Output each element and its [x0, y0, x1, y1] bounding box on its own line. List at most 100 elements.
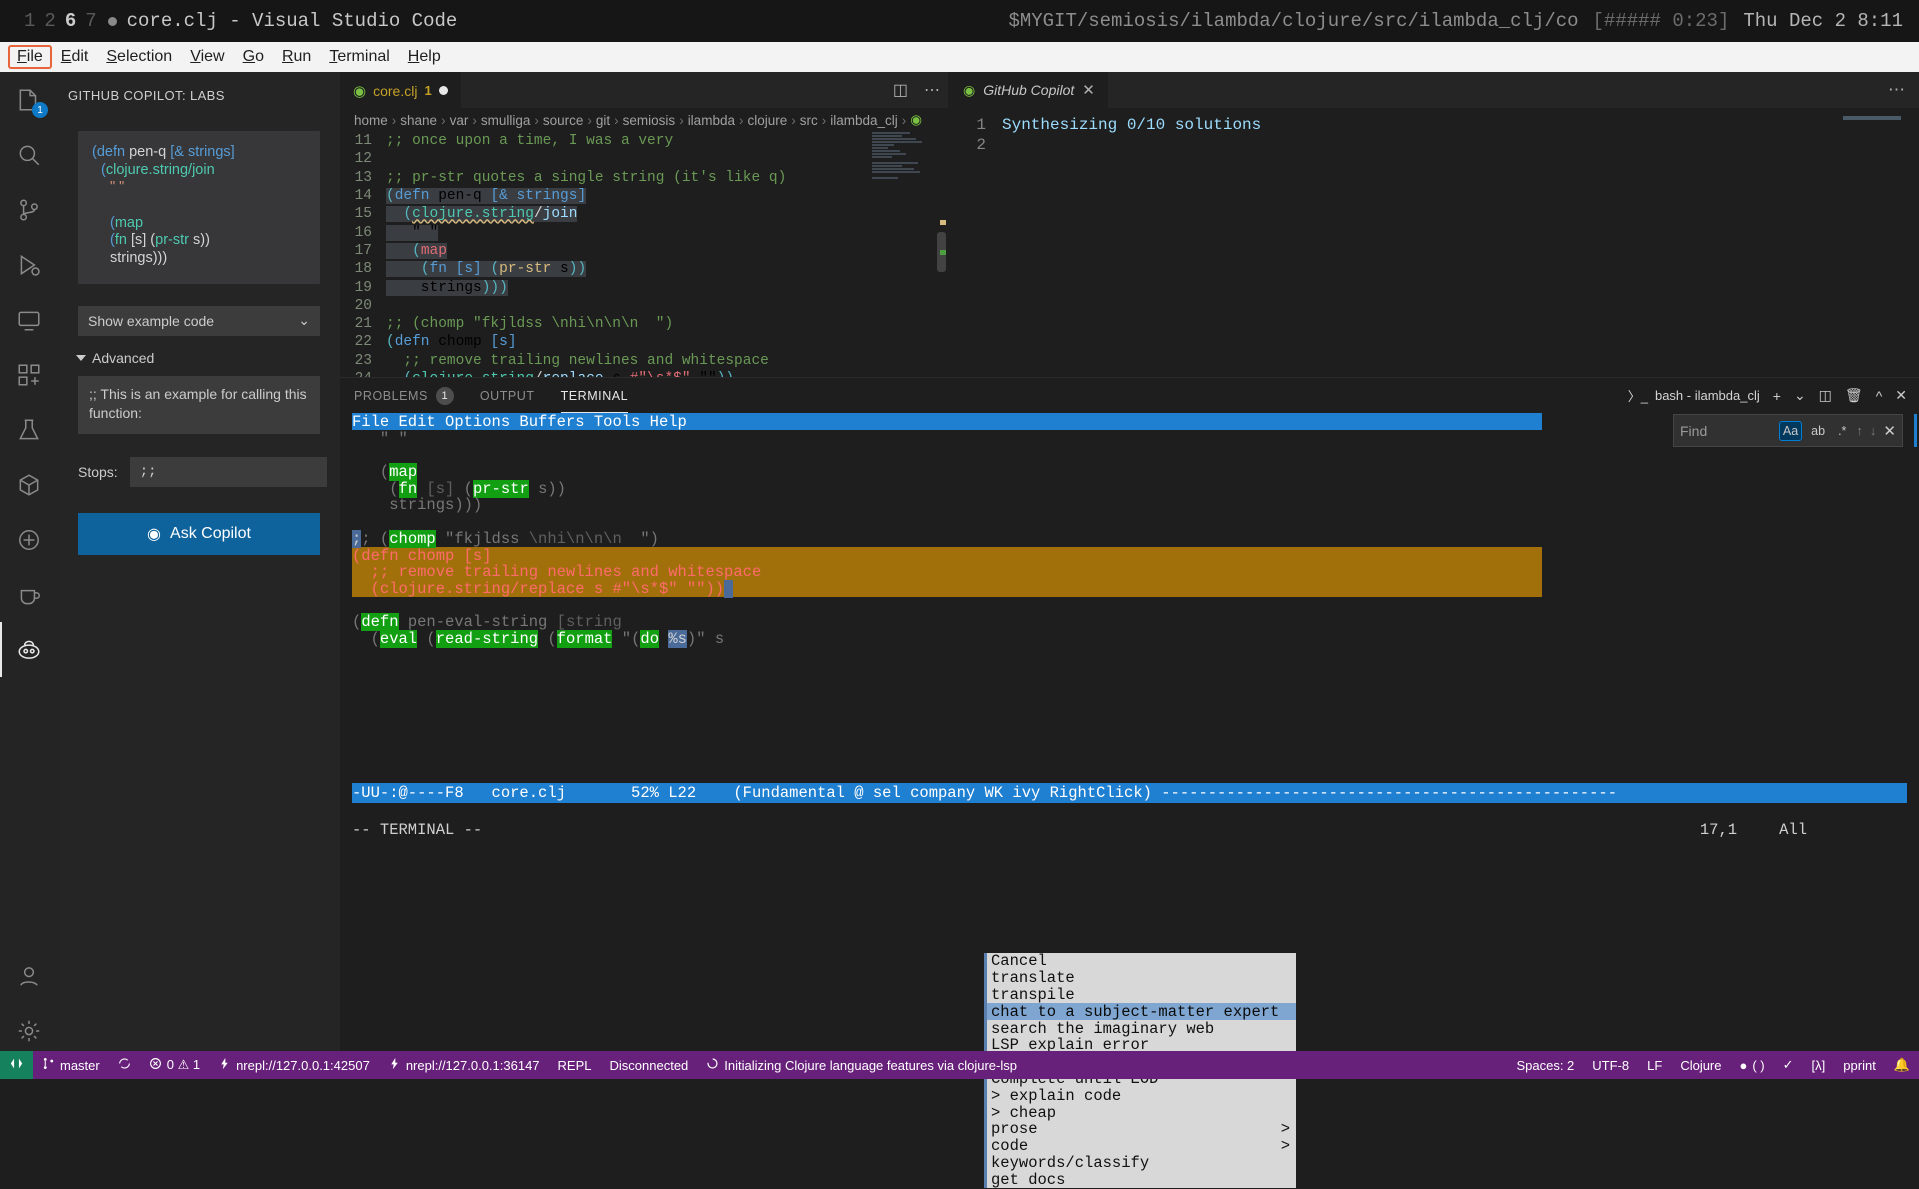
split-terminal-icon[interactable]: ◫ [1819, 387, 1832, 404]
chevron-down-icon[interactable]: ⌄ [1794, 387, 1806, 404]
activity-item-settings[interactable] [0, 1003, 58, 1058]
status-nrepl-2[interactable]: nrepl://127.0.0.1:36147 [379, 1051, 549, 1079]
status-bell[interactable]: 🔔 [1885, 1051, 1919, 1079]
kill-terminal-icon[interactable]: 🗑 [1845, 387, 1863, 404]
close-icon[interactable]: ✕ [1082, 81, 1095, 99]
status-lambda[interactable]: [λ] [1803, 1051, 1835, 1079]
activity-item-accounts[interactable] [0, 948, 58, 1003]
panel-tab-output[interactable]: OUTPUT [480, 378, 535, 413]
activity-item-package-explorer[interactable] [0, 457, 58, 512]
breadcrumb-item[interactable]: src [800, 113, 818, 128]
minimap-line [872, 141, 922, 143]
breadcrumb-item[interactable]: ilambda [688, 113, 735, 128]
terminal-highlighted-line: ;; remove trailing newlines and whitespa… [352, 563, 1542, 580]
tmux-index-7[interactable]: 7 [85, 10, 96, 32]
activity-item-copilot-labs[interactable] [0, 622, 58, 677]
beaker-icon [16, 417, 42, 443]
status-sync[interactable] [109, 1051, 140, 1079]
popup-menu-item[interactable]: Cancel [987, 953, 1296, 970]
split-editor-icon[interactable]: ◫ [893, 80, 908, 100]
popup-menu-item[interactable]: transpile [987, 987, 1296, 1004]
status-language-mode[interactable]: Clojure [1671, 1051, 1730, 1079]
menu-item-run[interactable]: Run [273, 45, 320, 69]
advanced-prompt-textarea[interactable] [78, 376, 320, 434]
popup-menu-item[interactable]: > cheap [987, 1104, 1296, 1121]
popup-menu-item[interactable]: get docs [987, 1171, 1296, 1188]
menu-item-edit[interactable]: Edit [52, 45, 98, 69]
status-paredit-dot[interactable]: ●( ) [1731, 1051, 1774, 1079]
activity-item-docker[interactable] [0, 512, 58, 567]
breadcrumb-item[interactable]: clojure [747, 113, 787, 128]
breadcrumb-item[interactable]: ilambda_clj [830, 113, 898, 128]
activity-item-testing[interactable] [0, 402, 58, 457]
breadcrumb-item[interactable]: source [543, 113, 584, 128]
status-disconnected[interactable]: Disconnected [601, 1051, 698, 1079]
tmux-index-2[interactable]: 2 [44, 10, 55, 32]
editor-tab-core-clj[interactable]: ◉ core.clj 1 [340, 72, 461, 108]
stops-input[interactable] [130, 457, 327, 487]
tmux-index-6[interactable]: 6 [65, 10, 76, 32]
status-nrepl-1[interactable]: nrepl://127.0.0.1:42507 [209, 1051, 379, 1079]
popup-menu-item[interactable]: prose> [987, 1121, 1296, 1138]
menu-item-help[interactable]: Help [399, 45, 450, 69]
line-number: 19 [340, 280, 386, 296]
status-branch[interactable]: master [33, 1051, 109, 1079]
errors-icon [149, 1057, 162, 1073]
breadcrumb-item[interactable]: git [596, 113, 610, 128]
close-panel-icon[interactable]: ✕ [1895, 387, 1907, 404]
activity-item-remote-explorer[interactable] [0, 292, 58, 347]
popup-menu-item[interactable]: search the imaginary web [987, 1020, 1296, 1037]
activity-item-source-control[interactable] [0, 182, 58, 237]
search-icon [16, 142, 42, 168]
copilot-more-actions-icon[interactable]: ⋯ [1888, 80, 1905, 100]
activity-item-clojure[interactable] [0, 567, 58, 622]
editor-more-actions-icon[interactable]: ⋯ [924, 80, 940, 100]
popup-menu-item[interactable]: keywords/classify [987, 1155, 1296, 1172]
advanced-disclosure[interactable]: Advanced [76, 350, 340, 366]
breadcrumb-item[interactable]: smulliga [481, 113, 531, 128]
breadcrumb-item[interactable]: home [354, 113, 388, 128]
status-remote-indicator[interactable] [0, 1051, 33, 1079]
new-terminal-icon[interactable]: + [1773, 388, 1781, 404]
menu-item-go[interactable]: Go [234, 45, 273, 69]
maximize-panel-icon[interactable]: ^ [1876, 388, 1883, 404]
status-eol[interactable]: LF [1638, 1051, 1671, 1079]
breadcrumb-separator-icon: › [392, 113, 397, 128]
activity-item-run-and-debug[interactable] [0, 237, 58, 292]
activity-item-search[interactable] [0, 127, 58, 182]
status-indentation[interactable]: Spaces: 2 [1507, 1051, 1583, 1079]
status-problems[interactable]: 0 ⚠ 1 [140, 1051, 209, 1079]
breadcrumb-item[interactable]: semiosis [623, 113, 676, 128]
popup-menu-item[interactable]: code> [987, 1138, 1296, 1155]
status-check[interactable]: ✓ [1774, 1051, 1803, 1079]
show-example-code-select[interactable]: Show example code ⌄ [78, 306, 320, 336]
status-encoding[interactable]: UTF-8 [1583, 1051, 1638, 1079]
menu-item-terminal[interactable]: Terminal [320, 45, 398, 69]
terminal-line: (defn pen-eval-string [string [352, 613, 1907, 630]
code-line: 22(defn chomp [s] [340, 333, 948, 351]
code-editor[interactable]: 11;; once upon a time, I was a very12 13… [340, 132, 948, 377]
status-repl[interactable]: REPL [549, 1051, 601, 1079]
minimap[interactable] [872, 132, 934, 377]
menu-item-view[interactable]: View [181, 45, 233, 69]
panel-tab-problems[interactable]: PROBLEMS1 [354, 378, 454, 413]
breadcrumb-item[interactable]: var [450, 113, 469, 128]
menu-item-file[interactable]: File [8, 45, 52, 69]
panel-tab-terminal[interactable]: TERMINAL [561, 378, 629, 413]
breadcrumb-item[interactable]: shane [400, 113, 437, 128]
popup-item-submenu-arrow: > [1281, 1137, 1290, 1155]
status-pprint[interactable]: pprint [1834, 1051, 1885, 1079]
copilot-tab[interactable]: ◉ GitHub Copilot ✕ [950, 72, 1108, 108]
popup-menu-item[interactable]: translate [987, 970, 1296, 987]
activity-item-extensions[interactable] [0, 347, 58, 402]
remote-icon [10, 1057, 23, 1073]
ask-copilot-button[interactable]: ◉ Ask Copilot [78, 513, 320, 555]
popup-menu-item[interactable]: > explain code [987, 1087, 1296, 1104]
terminal-selector[interactable]: 〉_ bash - ilambda_clj [1628, 386, 1760, 405]
line-number: 15 [340, 206, 386, 222]
status-lsp-status[interactable]: Initializing Clojure language features v… [697, 1051, 1026, 1079]
activity-item-explorer[interactable]: 1 [0, 72, 58, 127]
tmux-index-1[interactable]: 1 [24, 10, 35, 32]
popup-menu-item[interactable]: chat to a subject-matter expert [987, 1003, 1296, 1020]
menu-item-selection[interactable]: Selection [97, 45, 181, 69]
